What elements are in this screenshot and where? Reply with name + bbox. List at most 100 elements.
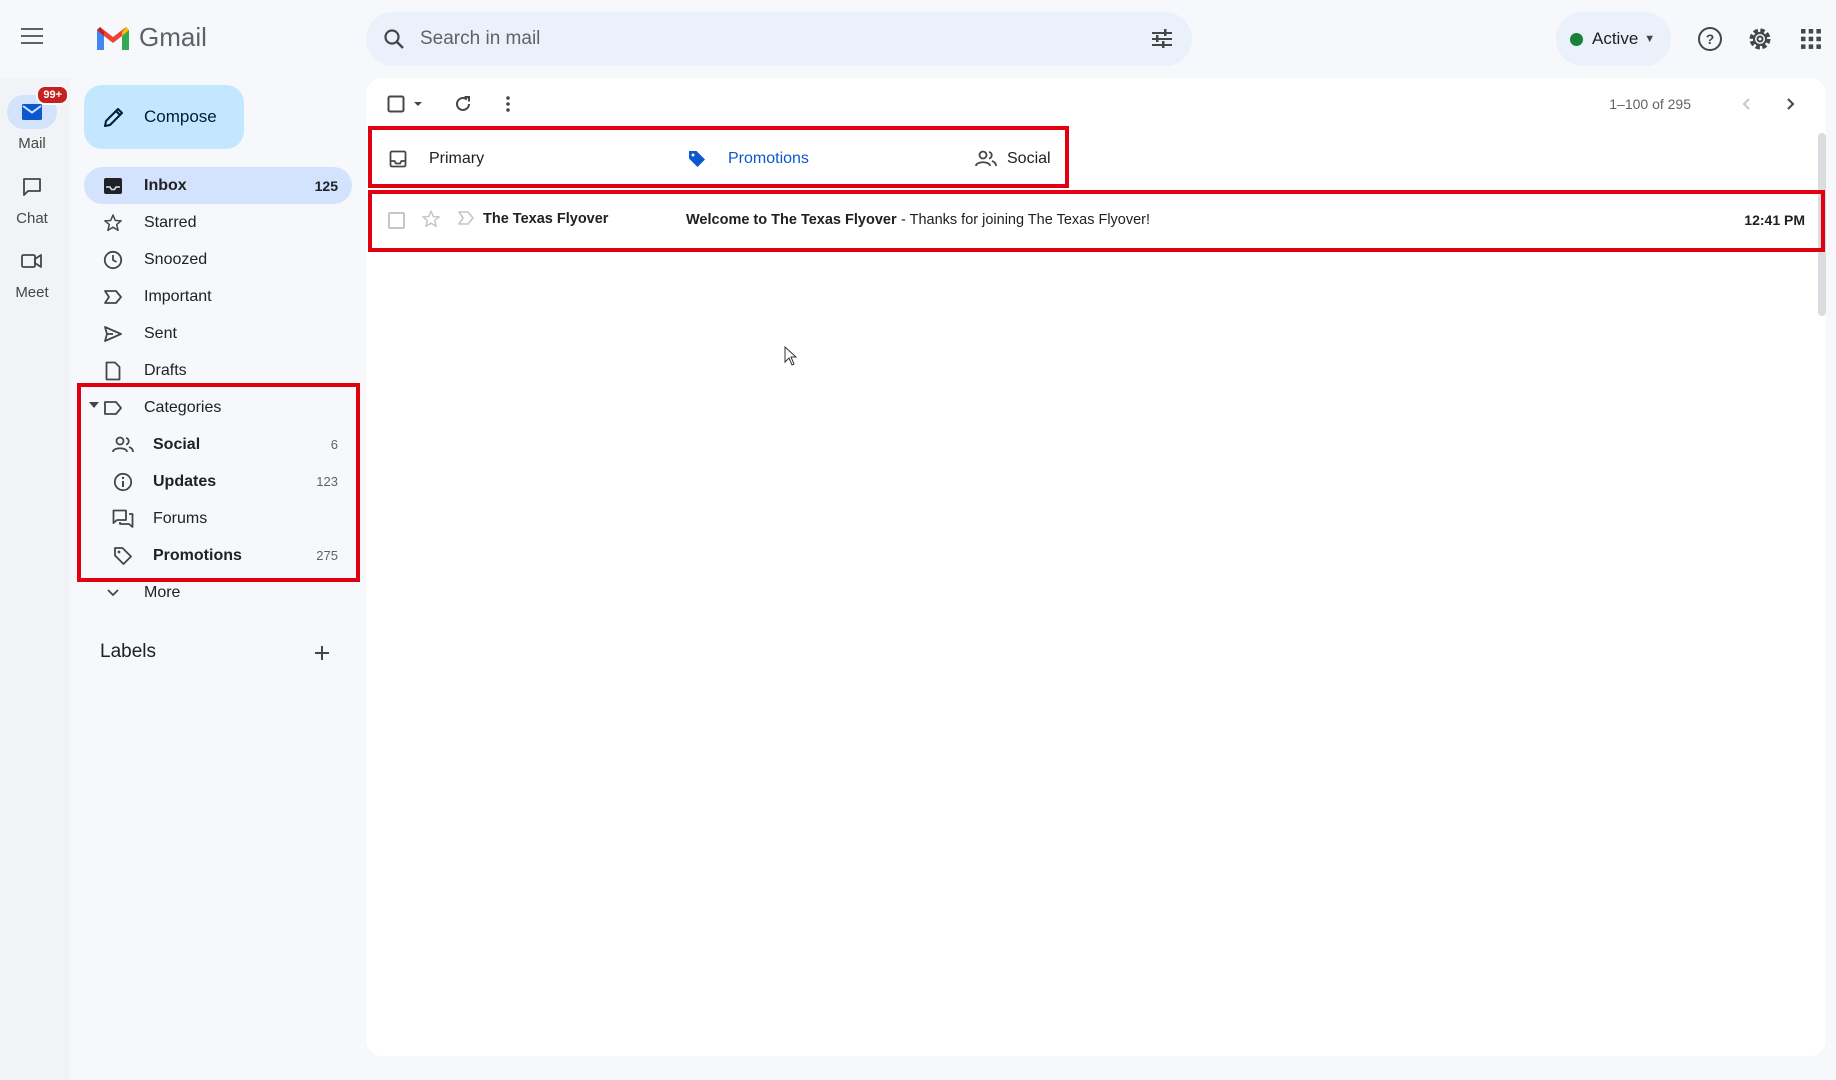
forum-icon	[112, 508, 134, 530]
pagination-text: 1–100 of 295	[1609, 96, 1691, 112]
add-label-plus-icon[interactable]	[308, 639, 336, 667]
sidebar-item-count: 123	[316, 474, 338, 489]
inbox-icon	[102, 175, 124, 197]
sidebar-item-label: Important	[144, 287, 212, 305]
sidebar-item-snoozed[interactable]: Snoozed	[84, 241, 352, 278]
apps-grid-icon[interactable]	[1794, 22, 1828, 56]
chevron-down-icon	[102, 582, 124, 604]
info-icon	[112, 471, 134, 493]
labels-section-header: Labels	[100, 641, 344, 665]
draft-icon	[102, 360, 124, 382]
sidebar-item-categories[interactable]: Categories	[84, 389, 352, 426]
rail-label-meet: Meet	[15, 284, 49, 301]
sidebar-item-count: 275	[316, 548, 338, 563]
prev-page-icon[interactable]	[1734, 92, 1758, 116]
sidebar-item-label: Social	[153, 435, 201, 453]
sidebar-item-inbox[interactable]: Inbox 125	[84, 167, 352, 204]
app-rail: 99+ Mail Chat Meet	[0, 78, 70, 1080]
sidebar-item-promotions[interactable]: Promotions 275	[84, 537, 352, 574]
sidebar-item-updates[interactable]: Updates 123	[84, 463, 352, 500]
sidebar-item-label: Promotions	[153, 546, 242, 564]
sidebar-item-label: Forums	[153, 509, 208, 527]
chevron-down-icon: ▼	[1644, 33, 1656, 45]
tab-label: Social	[1007, 150, 1051, 167]
sidebar-item-label: Drafts	[144, 361, 187, 379]
important-icon	[102, 286, 124, 308]
email-row[interactable]: The Texas Flyover Welcome to The Texas F…	[369, 196, 1822, 246]
scrollbar[interactable]	[1818, 133, 1826, 316]
status-dot-icon	[1570, 32, 1583, 46]
sidebar-item-count: 6	[330, 437, 338, 452]
compose-button[interactable]: Compose	[84, 85, 244, 149]
search-input[interactable]	[420, 28, 1100, 50]
gmail-m-icon	[97, 26, 129, 50]
sidebar-item-important[interactable]: Important	[84, 278, 352, 315]
video-icon	[7, 244, 57, 278]
email-subject: Welcome to The Texas Flyover	[686, 212, 897, 228]
search-options-icon[interactable]	[1150, 27, 1174, 51]
sidebar-item-label: Starred	[144, 213, 197, 231]
tag-icon	[112, 545, 134, 567]
settings-gear-icon[interactable]	[1743, 22, 1777, 56]
tab-promotions[interactable]: Promotions	[668, 131, 967, 187]
sidebar-item-starred[interactable]: Starred	[84, 204, 352, 241]
sidebar-item-social[interactable]: Social 6	[84, 426, 352, 463]
svg-text:?: ?	[1706, 31, 1715, 47]
select-dropdown-icon[interactable]	[406, 92, 430, 116]
clock-icon	[102, 249, 124, 271]
sidebar-item-label: Categories	[144, 398, 222, 416]
status-dropdown[interactable]: Active ▼	[1556, 12, 1671, 66]
mouse-cursor-icon	[784, 346, 798, 366]
people-icon	[112, 434, 134, 456]
inbox-icon	[387, 148, 409, 170]
top-bar: Gmail Active ▼ ?	[0, 0, 1836, 78]
sidebar-item-label: Snoozed	[144, 250, 208, 268]
sidebar-item-label: Inbox	[144, 176, 187, 194]
rail-item-chat[interactable]: Chat	[0, 170, 64, 227]
select-all-checkbox[interactable]	[384, 92, 408, 116]
sidebar-item-count: 125	[314, 177, 338, 194]
important-marker-icon[interactable]	[457, 210, 475, 229]
app-name: Gmail	[139, 22, 207, 52]
sidebar-item-more[interactable]: More	[84, 574, 352, 611]
email-sender: The Texas Flyover	[483, 211, 609, 227]
chat-icon	[7, 170, 57, 204]
tag-icon	[686, 148, 708, 170]
labels-title: Labels	[100, 641, 156, 662]
sidebar-item-label: More	[144, 583, 181, 601]
sidebar-item-forums[interactable]: Forums	[84, 500, 352, 537]
email-snippet: - Thanks for joining The Texas Flyover!	[901, 212, 1151, 228]
rail-label-chat: Chat	[16, 210, 48, 227]
search-bar[interactable]	[366, 12, 1192, 66]
mail-icon: 99+	[7, 85, 69, 129]
tab-primary[interactable]: Primary	[369, 131, 668, 187]
next-page-icon[interactable]	[1779, 92, 1803, 116]
tab-label: Primary	[429, 150, 485, 167]
pencil-icon	[104, 108, 123, 127]
gmail-logo[interactable]: Gmail	[95, 22, 207, 53]
compose-label: Compose	[144, 107, 217, 126]
star-icon[interactable]	[421, 209, 441, 232]
mail-toolbar: 1–100 of 295	[366, 78, 1826, 128]
email-time: 12:41 PM	[1744, 212, 1805, 228]
search-icon[interactable]	[382, 27, 406, 51]
sidebar-item-label: Updates	[153, 472, 217, 490]
help-icon[interactable]: ?	[1693, 22, 1727, 56]
inbox-tabs: Primary Promotions Social	[369, 131, 1068, 187]
tab-social[interactable]: Social	[967, 131, 1068, 187]
sidebar-item-label: Sent	[144, 324, 177, 342]
caret-down-icon[interactable]	[89, 402, 99, 408]
main-menu-icon[interactable]	[14, 18, 50, 54]
label-icon	[102, 397, 124, 419]
email-checkbox[interactable]	[388, 212, 405, 229]
rail-item-meet[interactable]: Meet	[0, 244, 64, 301]
more-options-icon[interactable]	[496, 92, 520, 116]
people-icon	[975, 148, 997, 170]
mail-list-panel: 1–100 of 295 Primary Promotions Social T…	[366, 78, 1826, 1056]
rail-label-mail: Mail	[18, 135, 46, 152]
refresh-icon[interactable]	[451, 92, 475, 116]
rail-item-mail[interactable]: 99+ Mail	[0, 85, 69, 152]
sidebar-item-sent[interactable]: Sent	[84, 315, 352, 352]
sidebar-item-drafts[interactable]: Drafts	[84, 352, 352, 389]
unread-badge: 99+	[36, 85, 69, 105]
